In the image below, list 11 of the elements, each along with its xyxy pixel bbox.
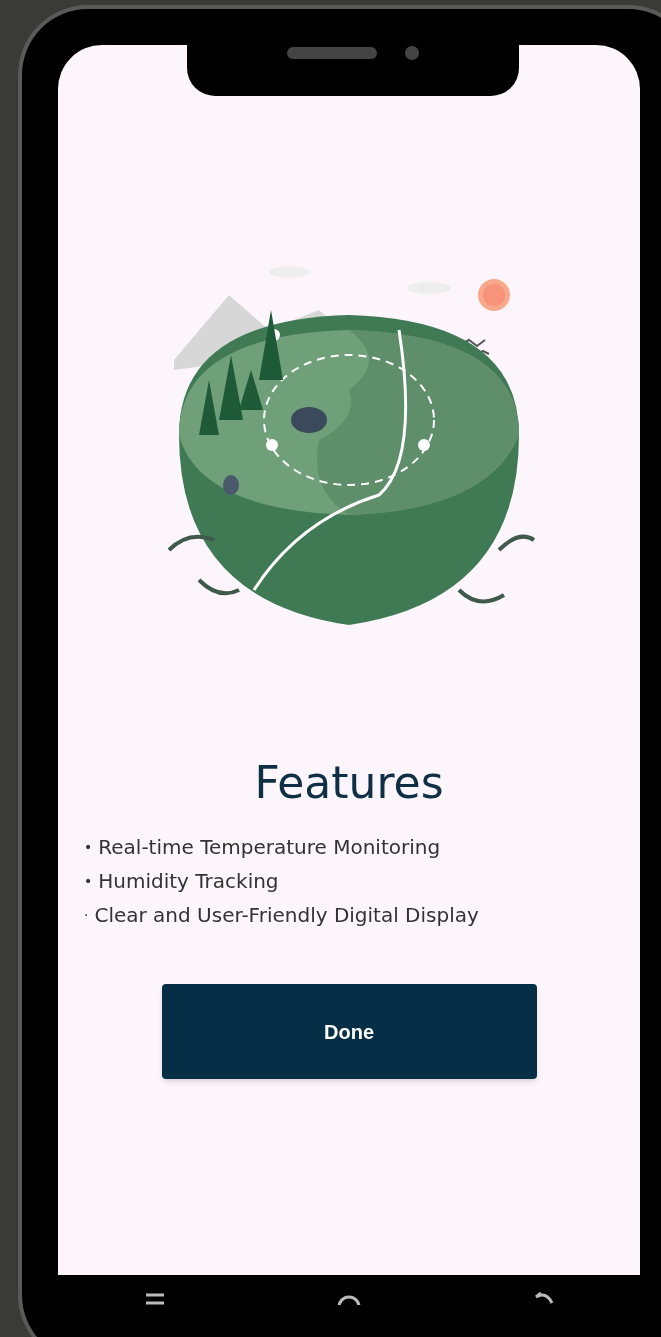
menu-icon[interactable] [143, 1291, 166, 1305]
feature-text: Clear and User-Friendly Digital Display [94, 902, 479, 929]
feature-text: Humidity Tracking [98, 868, 279, 895]
home-icon[interactable] [337, 1293, 361, 1305]
features-title: Features [254, 756, 444, 810]
back-icon[interactable] [532, 1291, 555, 1305]
bullet-mark: • [84, 837, 93, 857]
bullet-mark: • [84, 871, 93, 891]
done-button[interactable]: Done [161, 984, 537, 1079]
bullet-mark: · [84, 905, 89, 925]
feature-text: Real-time Temperature Monitoring [98, 834, 441, 861]
